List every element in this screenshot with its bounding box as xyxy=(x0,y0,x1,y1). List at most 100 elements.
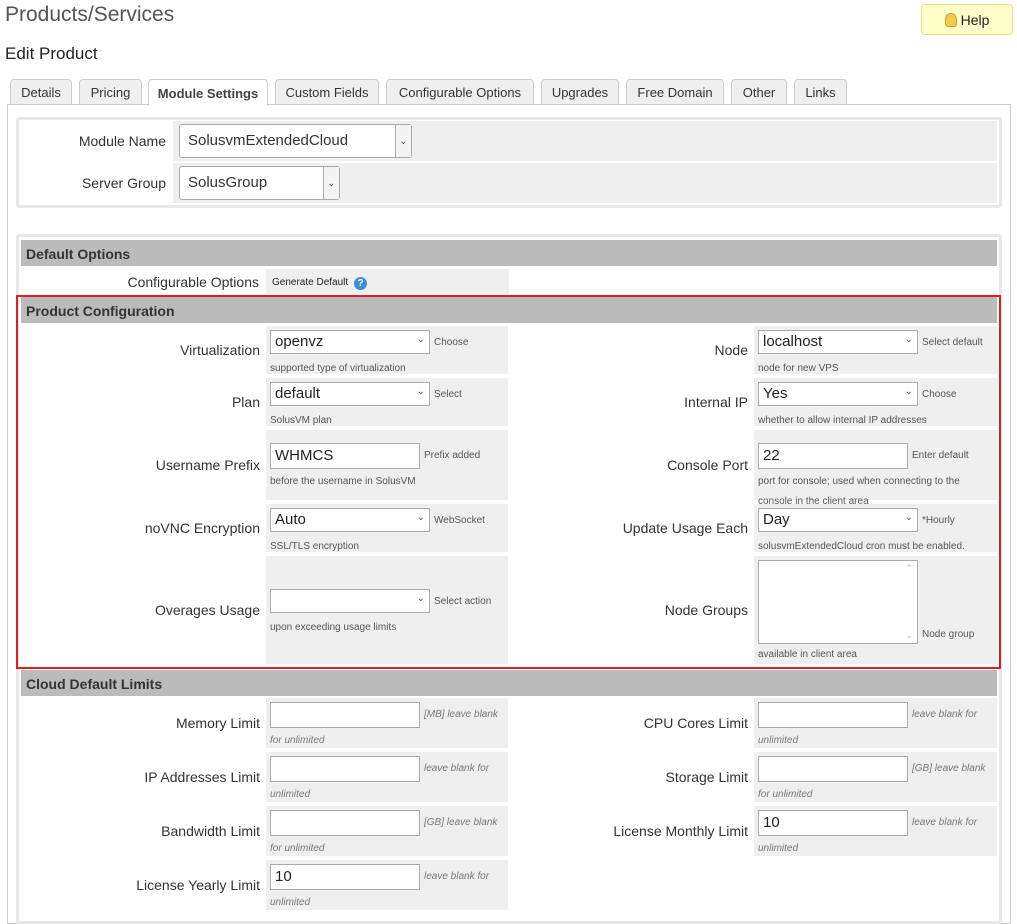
chevron-down-icon: ⌄ xyxy=(416,512,425,523)
console-port-input[interactable]: 22 xyxy=(758,443,908,469)
chevron-down-icon: ⌄ xyxy=(395,125,411,157)
page-title: Products/Services xyxy=(5,3,175,26)
chevron-down-icon: ⌄ xyxy=(904,334,913,345)
tab-configurable-options[interactable]: Configurable Options xyxy=(386,79,534,105)
bandwidth-limit-cell: [GB] leave blank for unlimited xyxy=(266,806,508,856)
node-select[interactable]: localhost ⌄ xyxy=(758,330,918,354)
lightbulb-icon xyxy=(944,12,957,27)
tab-free-domain[interactable]: Free Domain xyxy=(626,79,724,105)
license-monthly-limit-hint: leave blank for xyxy=(912,817,978,828)
plan-select[interactable]: default ⌄ xyxy=(270,382,430,406)
username-prefix-hint-2: before the username in SolusVM xyxy=(270,476,416,487)
node-hint-2: node for new VPS xyxy=(758,363,839,374)
module-name-select[interactable]: SolusvmExtendedCloud ⌄ xyxy=(179,124,412,158)
server-group-value: SolusGroup xyxy=(188,174,268,191)
scroll-up-icon[interactable]: ⌃ xyxy=(905,563,913,574)
console-port-label: Console Port xyxy=(667,457,748,473)
license-yearly-limit-cell: 10 leave blank for unlimited xyxy=(266,860,508,910)
license-yearly-limit-label: License Yearly Limit xyxy=(136,877,260,893)
internal-ip-select[interactable]: Yes ⌄ xyxy=(758,382,918,406)
tab-details[interactable]: Details xyxy=(10,79,72,105)
internal-ip-label: Internal IP xyxy=(684,394,748,410)
license-yearly-limit-value: 10 xyxy=(275,868,292,885)
node-groups-listbox[interactable]: ⌃ ⌄ xyxy=(758,560,918,644)
node-groups-hint: Node group xyxy=(922,629,975,640)
tab-links[interactable]: Links xyxy=(794,79,847,105)
default-options-header: Default Options xyxy=(21,240,997,266)
node-groups-hint-2: available in client area xyxy=(758,649,857,660)
server-group-select[interactable]: SolusGroup ⌄ xyxy=(179,166,340,200)
help-button[interactable]: Help xyxy=(921,4,1013,35)
update-usage-each-label: Update Usage Each xyxy=(622,520,748,536)
console-port-hint: Enter default xyxy=(912,450,969,461)
license-monthly-limit-cell: 10 leave blank for unlimited xyxy=(754,806,997,856)
plan-label: Plan xyxy=(231,394,260,410)
overages-usage-select[interactable]: ⌄ xyxy=(270,589,430,613)
node-value: localhost xyxy=(763,333,823,350)
memory-limit-input[interactable] xyxy=(270,702,420,728)
virtualization-cell: openvz ⌄ Choose supported type of virtualiz… xyxy=(266,326,508,374)
internal-ip-cell: Yes ⌄ Choose whether to allow internal IP a… xyxy=(754,378,997,426)
plan-value: default xyxy=(275,385,321,402)
console-port-cell: 22 Enter default port for console; used wh… xyxy=(754,430,997,507)
update-usage-each-value: Day xyxy=(763,511,790,528)
bandwidth-limit-input[interactable] xyxy=(270,810,420,836)
license-monthly-limit-hint-2: unlimited xyxy=(758,843,799,854)
bandwidth-limit-label: Bandwidth Limit xyxy=(161,823,260,839)
username-prefix-value: WHMCS xyxy=(275,447,334,464)
novnc-encryption-hint-2: SSL/TLS encryption xyxy=(270,541,359,552)
username-prefix-input[interactable]: WHMCS xyxy=(270,443,420,469)
license-yearly-limit-hint-2: unlimited xyxy=(270,897,311,908)
ip-addresses-limit-input[interactable] xyxy=(270,756,420,782)
internal-ip-hint-2: whether to allow internal IP addresses xyxy=(758,415,927,426)
server-group-label: Server Group xyxy=(81,175,166,191)
scroll-down-icon[interactable]: ⌄ xyxy=(905,630,913,641)
node-hint: Select default xyxy=(922,337,983,348)
tab-module-settings[interactable]: Module Settings xyxy=(148,79,268,106)
license-monthly-limit-label: License Monthly Limit xyxy=(613,823,748,839)
plan-hint: Select xyxy=(434,389,462,400)
node-cell: localhost ⌄ Select default node for new VPS xyxy=(754,326,997,374)
virtualization-hint: Choose xyxy=(434,337,469,348)
storage-limit-hint: [GB] leave blank xyxy=(912,763,986,774)
cpu-cores-limit-input[interactable] xyxy=(758,702,908,728)
tab-custom-fields[interactable]: Custom Fields xyxy=(275,79,379,105)
chevron-down-icon: ⌄ xyxy=(416,334,425,345)
help-label: Help xyxy=(960,11,990,28)
cloud-default-limits-header: Cloud Default Limits xyxy=(21,670,997,696)
internal-ip-value: Yes xyxy=(763,385,788,402)
internal-ip-hint: Choose xyxy=(922,389,957,400)
virtualization-label: Virtualization xyxy=(180,342,260,358)
chevron-down-icon: ⌄ xyxy=(323,167,339,199)
license-yearly-limit-input[interactable]: 10 xyxy=(270,864,420,890)
license-yearly-limit-hint: leave blank for xyxy=(424,871,490,882)
cpu-cores-limit-hint: leave blank for xyxy=(912,709,978,720)
virtualization-hint-2: supported type of virtualization xyxy=(270,363,406,374)
username-prefix-label: Username Prefix xyxy=(155,457,260,473)
memory-limit-hint: [MB] leave blank xyxy=(424,709,498,720)
cpu-cores-limit-label: CPU Cores Limit xyxy=(643,715,748,731)
update-usage-each-hint: *Hourly xyxy=(922,515,955,526)
chevron-down-icon: ⌄ xyxy=(904,512,913,523)
bandwidth-limit-hint: [GB] leave blank xyxy=(424,817,498,828)
storage-limit-input[interactable] xyxy=(758,756,908,782)
help-question-icon[interactable]: ? xyxy=(354,277,367,290)
node-label: Node xyxy=(714,342,748,358)
license-monthly-limit-input[interactable]: 10 xyxy=(758,810,908,836)
license-monthly-limit-value: 10 xyxy=(763,814,780,831)
generate-default-link[interactable]: Generate Default xyxy=(272,277,348,288)
node-groups-label: Node Groups xyxy=(664,602,748,618)
virtualization-select[interactable]: openvz ⌄ xyxy=(270,330,430,354)
module-name-value: SolusvmExtendedCloud xyxy=(188,132,349,149)
plan-hint-2: SolusVM plan xyxy=(270,415,332,426)
tab-other[interactable]: Other xyxy=(731,79,787,105)
novnc-encryption-value: Auto xyxy=(275,511,306,528)
chevron-down-icon: ⌄ xyxy=(416,386,425,397)
tab-pricing[interactable]: Pricing xyxy=(79,79,142,105)
novnc-encryption-select[interactable]: Auto ⌄ xyxy=(270,508,430,532)
update-usage-each-select[interactable]: Day ⌄ xyxy=(758,508,918,532)
tab-upgrades[interactable]: Upgrades xyxy=(541,79,619,105)
memory-limit-cell: [MB] leave blank for unlimited xyxy=(266,698,508,748)
memory-limit-label: Memory Limit xyxy=(175,715,260,731)
chevron-down-icon: ⌄ xyxy=(416,593,425,604)
